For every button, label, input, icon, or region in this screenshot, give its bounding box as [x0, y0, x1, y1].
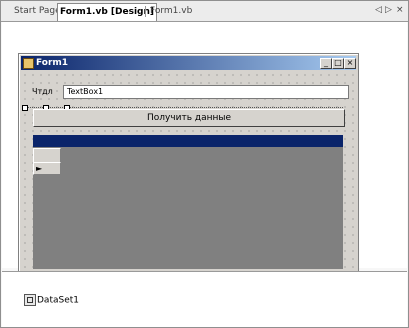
form-icon	[23, 58, 34, 69]
tab-separator	[145, 6, 146, 17]
close-document-icon[interactable]: ×	[396, 5, 404, 15]
minimize-icon[interactable]: _	[320, 58, 332, 69]
document-tab-strip: Start Page Form1.vb [Design] Form1.vb ◁ …	[1, 1, 408, 22]
maximize-icon[interactable]: □	[332, 58, 344, 69]
form1-window[interactable]: Form1 _ □ × Чтдл TextBox1 Получить данны…	[18, 53, 359, 279]
form-title: Form1	[36, 58, 69, 68]
close-icon[interactable]: ×	[344, 58, 356, 69]
dataset1-label: DataSet1	[37, 295, 79, 306]
document-window: Start Page Form1.vb [Design] Form1.vb ◁ …	[0, 0, 409, 328]
resize-handle[interactable]	[22, 105, 28, 111]
scroll-tabs-right-icon[interactable]: ▷	[385, 5, 392, 15]
dataset-icon	[24, 294, 36, 306]
scroll-tabs-left-icon[interactable]: ◁	[375, 5, 382, 15]
component-tray: DataSet1	[2, 271, 407, 327]
grid-caption-bar	[33, 135, 343, 147]
form-client-area[interactable]: Чтдл TextBox1 Получить данные ►	[21, 71, 356, 275]
dataset1-component[interactable]: DataSet1	[24, 294, 79, 306]
tab-form1-design[interactable]: Form1.vb [Design]	[57, 3, 157, 21]
get-data-button[interactable]: Получить данные	[33, 109, 345, 127]
label1[interactable]: Чтдл	[32, 87, 53, 96]
design-surface: Form1 _ □ × Чтдл TextBox1 Получить данны…	[2, 22, 407, 279]
selection-outline	[23, 107, 343, 108]
grid-row-header[interactable]: ►	[33, 162, 61, 175]
grid-corner-header[interactable]	[33, 148, 61, 163]
form-title-bar[interactable]: Form1 _ □ ×	[21, 56, 356, 70]
tab-start-page[interactable]: Start Page	[14, 4, 61, 18]
tab-form1-code[interactable]: Form1.vb	[150, 4, 192, 18]
data-grid[interactable]: ►	[33, 135, 343, 269]
current-row-arrow-icon: ►	[36, 164, 43, 173]
textbox1[interactable]: TextBox1	[63, 85, 349, 99]
